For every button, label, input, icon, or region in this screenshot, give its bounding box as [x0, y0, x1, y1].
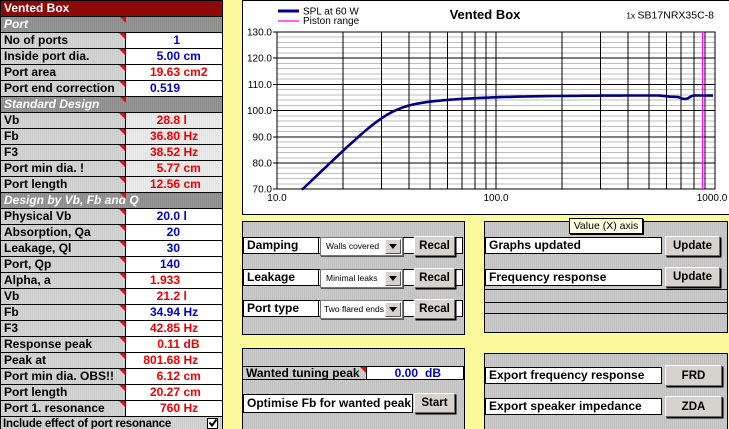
svg-text:1x SB17NRX35C-8: 1x SB17NRX35C-8	[626, 10, 714, 22]
svg-text:100.0: 100.0	[483, 193, 508, 204]
svg-text:Piston range: Piston range	[303, 16, 360, 27]
svg-text:80.0: 80.0	[253, 159, 273, 170]
svg-text:100.0: 100.0	[247, 106, 272, 117]
svg-text:110.0: 110.0	[248, 80, 273, 91]
svg-text:10.0: 10.0	[267, 193, 287, 204]
svg-text:Vented Box: Vented Box	[450, 7, 522, 22]
svg-text:1000.0: 1000.0	[697, 193, 728, 204]
svg-text:130.0: 130.0	[247, 28, 272, 39]
svg-text:120.0: 120.0	[247, 54, 272, 65]
svg-text:90.0: 90.0	[253, 132, 273, 143]
